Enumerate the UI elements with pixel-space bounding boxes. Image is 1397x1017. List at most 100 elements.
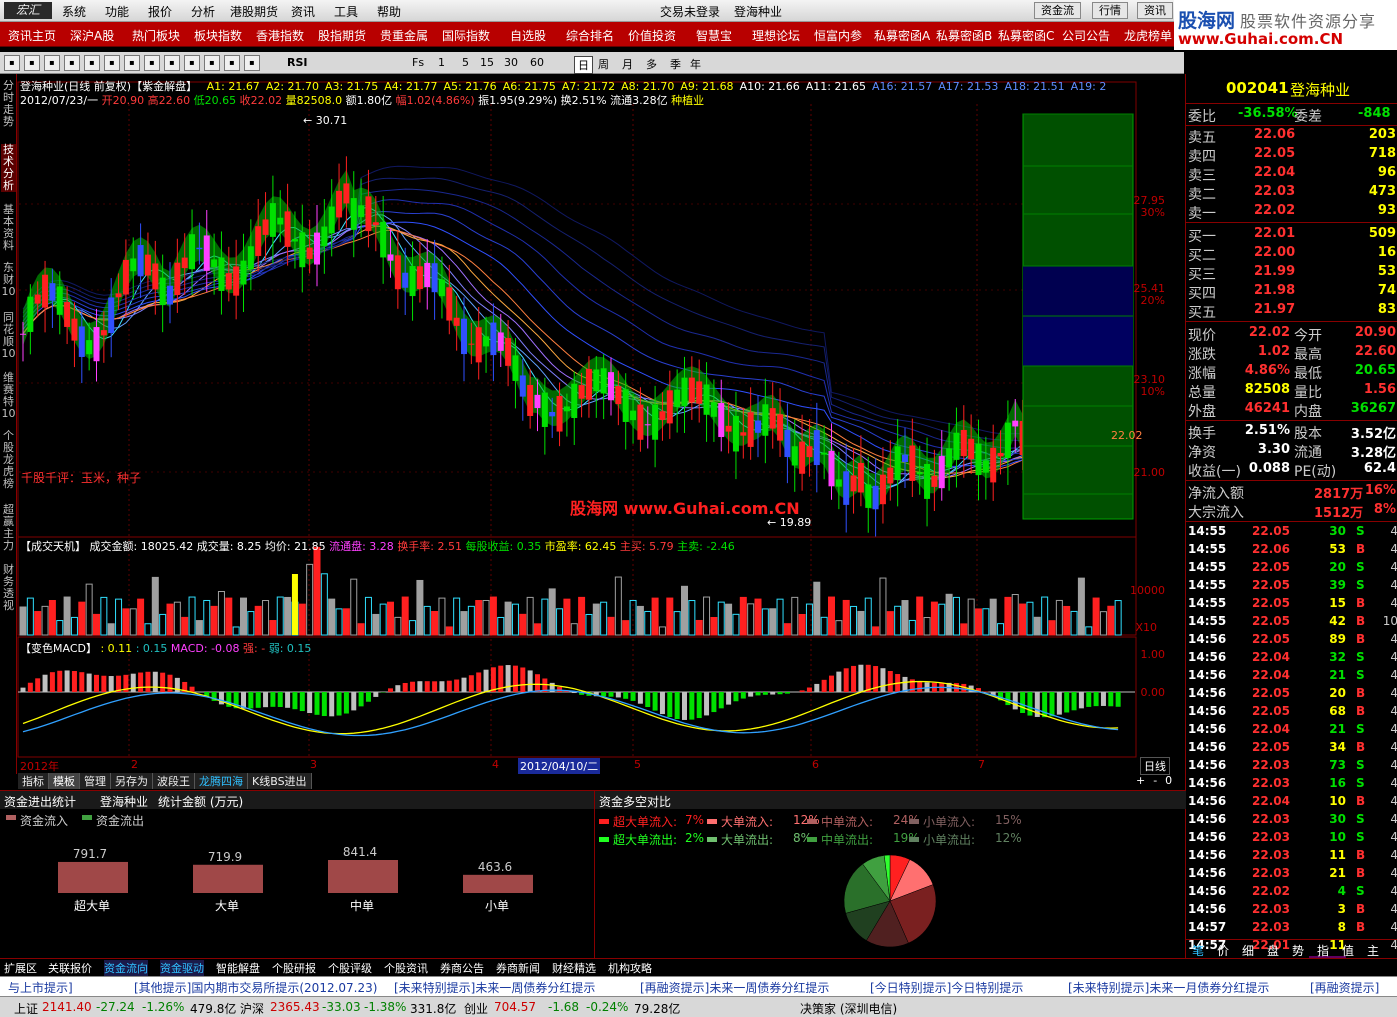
period-button[interactable]: 年 <box>690 56 701 72</box>
indicator-tab[interactable]: 模板 <box>49 773 80 789</box>
sidebar-tab[interactable]: 维赛特10 <box>1 372 16 420</box>
indicator-tab[interactable]: 管理 <box>80 773 111 789</box>
panel-tab[interactable]: 机构攻略 <box>608 960 652 976</box>
indicator-tab[interactable]: 另存为 <box>111 773 153 789</box>
period-button[interactable]: 1 <box>438 56 445 69</box>
nav-item[interactable]: 深沪A股 <box>70 27 114 44</box>
toolbar-icon[interactable]: ▪ <box>84 55 100 71</box>
toolbar-icon[interactable]: ▪ <box>44 55 60 71</box>
period-button[interactable]: 30 <box>504 56 518 69</box>
nav-item[interactable]: 香港指数 <box>256 27 304 44</box>
quote-tab[interactable]: 指 <box>1317 942 1329 959</box>
toolbar-icon[interactable]: ▪ <box>24 55 40 71</box>
toolbar-icon[interactable]: ▪ <box>184 55 200 71</box>
bid-row[interactable]: 买三 21.99 53 <box>1186 263 1397 283</box>
bid-row[interactable]: 买四 21.98 74 <box>1186 282 1397 302</box>
ticker-item[interactable]: [未来特别提示]未来一周债券分红提示 <box>394 979 595 996</box>
kline-chart-svg[interactable]: 27.9530%25.4120%23.1010%21.00← 30.71← 19… <box>17 74 1185 774</box>
period-button[interactable]: 60 <box>530 56 544 69</box>
panel-tab[interactable]: 个股研报 <box>272 960 316 976</box>
indicator-tab[interactable]: 指标 <box>18 773 49 789</box>
ticker-item[interactable]: [再融资提示]未来一周债券分红提示 <box>640 979 829 996</box>
period-button[interactable]: 15 <box>480 56 494 69</box>
nav-item[interactable]: 价值投资 <box>628 27 676 44</box>
sidebar-tab[interactable]: 分时走势 <box>1 80 16 128</box>
panel-tab[interactable]: 个股评级 <box>328 960 372 976</box>
nav-item[interactable]: 私募密函B <box>936 27 992 44</box>
quote-tab[interactable]: 值 <box>1342 942 1354 959</box>
toolbar-icon[interactable]: ▪ <box>104 55 120 71</box>
toolbar-icon[interactable]: ▪ <box>164 55 180 71</box>
ticker-item[interactable]: [未来特别提示]未来一月债券分红提示 <box>1068 979 1269 996</box>
menu-system[interactable]: 系统 <box>62 3 86 20</box>
nav-item[interactable]: 私募密函C <box>998 27 1054 44</box>
menu-function[interactable]: 功能 <box>105 3 129 20</box>
funds-flow-button[interactable]: 资金流 <box>1034 2 1081 19</box>
bid-row[interactable]: 买二 22.00 16 <box>1186 244 1397 264</box>
fs-button[interactable]: Fs <box>412 56 424 69</box>
menu-quote[interactable]: 报价 <box>148 3 172 20</box>
toolbar-icon[interactable]: ▪ <box>4 55 20 71</box>
nav-item[interactable]: 热门板块 <box>132 27 180 44</box>
ask-row[interactable]: 卖二 22.03 473 <box>1186 183 1397 203</box>
period-label[interactable]: 日线 <box>1140 757 1170 775</box>
toolbar-icon[interactable]: ▪ <box>204 55 220 71</box>
menu-tools[interactable]: 工具 <box>334 3 358 20</box>
panel-tab[interactable]: 券商公告 <box>440 960 484 976</box>
period-button[interactable]: 月 <box>622 56 633 72</box>
bid-row[interactable]: 买一 22.01 509 <box>1186 225 1397 245</box>
nav-item[interactable]: 公司公告 <box>1062 27 1110 44</box>
nav-item[interactable]: 理想论坛 <box>752 27 800 44</box>
nav-item[interactable]: 恒富内参 <box>814 27 862 44</box>
indicator-tab[interactable]: 龙腾四海 <box>195 773 248 789</box>
quote-tab[interactable]: 细 <box>1242 942 1254 959</box>
nav-item[interactable]: 贵重金属 <box>380 27 428 44</box>
sidebar-tab[interactable]: 财务透视 <box>1 564 16 612</box>
menu-analysis[interactable]: 分析 <box>191 3 215 20</box>
kline-chart-area[interactable]: 27.95 30% 25.41 20% 23.10 10% 21.00 ← 30.71 ← 19… <box>17 74 1185 774</box>
indicator-tab[interactable]: K线BS进出 <box>248 773 312 789</box>
ask-row[interactable]: 卖一 22.02 93 <box>1186 202 1397 222</box>
news-button[interactable]: 资讯 <box>1137 2 1173 19</box>
period-button[interactable]: 周 <box>598 56 609 72</box>
ticker-item[interactable]: [其他提示]国内期市交易所提示(2012.07.23) <box>134 979 377 996</box>
toolbar-icon[interactable]: ▪ <box>124 55 140 71</box>
sidebar-tab[interactable]: 个股龙虎榜 <box>1 430 16 490</box>
period-button[interactable]: 多 <box>646 56 657 72</box>
nav-item[interactable]: 私募密函A <box>874 27 930 44</box>
ticker-item[interactable]: [今日特别提示]今日特别提示 <box>870 979 1023 996</box>
panel-tab[interactable]: 扩展区 <box>4 960 37 976</box>
panel-tab[interactable]: 资金流向 <box>104 960 148 976</box>
quote-tab[interactable]: 笔 <box>1192 942 1204 959</box>
nav-item[interactable]: 智慧宝 <box>696 27 732 44</box>
menu-news[interactable]: 资讯 <box>291 3 315 20</box>
nav-item[interactable]: 资讯主页 <box>8 27 56 44</box>
period-button[interactable]: 日 <box>574 56 593 74</box>
toolbar-icon[interactable]: ▪ <box>244 55 260 71</box>
ask-row[interactable]: 卖三 22.04 96 <box>1186 164 1397 184</box>
panel-tab[interactable]: 资金驱动 <box>160 960 204 976</box>
quote-tab[interactable]: 盘 <box>1267 942 1279 959</box>
panel-tab[interactable]: 券商新闻 <box>496 960 540 976</box>
period-button[interactable]: 季 <box>670 56 681 72</box>
panel-tab[interactable]: 财经精选 <box>552 960 596 976</box>
panel-tab[interactable]: 关联报价 <box>48 960 92 976</box>
quote-tab[interactable]: 主 <box>1367 942 1379 959</box>
toolbar-icon[interactable]: ▪ <box>144 55 160 71</box>
sidebar-tab[interactable]: 同花顺10 <box>1 312 16 360</box>
ticker-item[interactable]: [再融资提示] <box>1310 979 1379 996</box>
toolbar-icon[interactable]: ▪ <box>224 55 240 71</box>
quote-tab[interactable]: 价 <box>1217 942 1229 959</box>
ticker-item[interactable]: 与上市提示] <box>8 979 73 996</box>
menu-hk-futures[interactable]: 港股期货 <box>230 3 278 20</box>
quote-button[interactable]: 行情 <box>1092 2 1128 19</box>
indicator-tab[interactable]: 波段王 <box>153 773 195 789</box>
nav-item[interactable]: 自选股 <box>510 27 546 44</box>
ask-row[interactable]: 卖四 22.05 718 <box>1186 145 1397 165</box>
rsi-button[interactable]: RSI <box>287 56 308 69</box>
toolbar-icon[interactable]: ▪ <box>64 55 80 71</box>
menu-help[interactable]: 帮助 <box>377 3 401 20</box>
nav-item[interactable]: 股指期货 <box>318 27 366 44</box>
sidebar-tab[interactable]: 东财10 <box>1 262 16 298</box>
ask-row[interactable]: 卖五 22.06 203 <box>1186 126 1397 146</box>
